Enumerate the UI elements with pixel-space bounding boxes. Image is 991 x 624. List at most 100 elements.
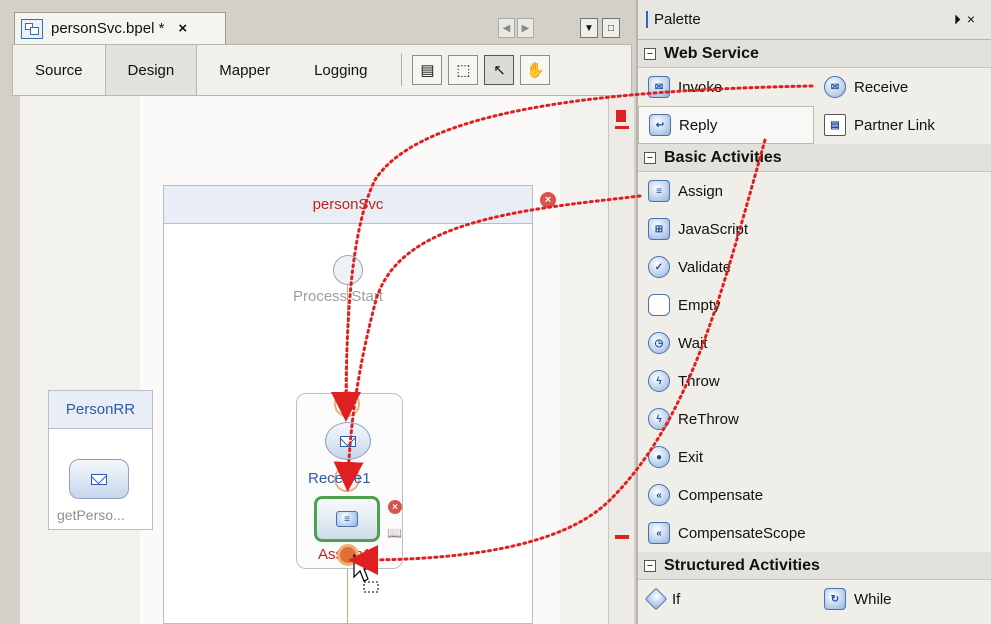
window-buttons: ▼ □ (580, 18, 620, 38)
category-structured-activities[interactable]: − Structured Activities (638, 552, 991, 580)
assign-activity[interactable]: ≡ (314, 496, 380, 542)
rethrow-icon: ϟ (648, 408, 670, 430)
palette-item-validate[interactable]: ✓ Validate (638, 248, 991, 286)
palette-item-invoke[interactable]: ✉ Invoke (638, 68, 814, 106)
palette-item-label: Receive (854, 78, 909, 96)
palette-item-reply[interactable]: ↩ Reply (638, 106, 814, 144)
collapse-icon[interactable]: − (644, 559, 656, 572)
palette-item-label: CompensateScope (678, 524, 806, 542)
validate-icon: ✓ (648, 256, 670, 278)
partner-operation[interactable] (69, 459, 129, 499)
ruler-error-marker[interactable] (616, 110, 626, 122)
palette-item-label: JavaScript (678, 220, 749, 238)
ruler-error-marker[interactable] (615, 126, 629, 129)
tab-design[interactable]: Design (104, 45, 198, 95)
web-service-items: ✉ Invoke ✉ Receive ↩ Reply ▤ Partner Lin… (638, 68, 991, 144)
process-title: personSvc (164, 186, 532, 224)
palette-item-label: Reply (679, 116, 718, 134)
compensate-scope-icon: « (648, 522, 670, 544)
palette-item-label: Exit (678, 448, 704, 466)
receive-activity[interactable] (325, 422, 371, 460)
javascript-icon: ⊞ (648, 218, 670, 240)
document-tab[interactable]: personSvc.bpel * × (14, 12, 226, 44)
palette-item-compensate-scope[interactable]: « CompensateScope (638, 514, 991, 552)
scroll-right-icon[interactable]: ▶ (517, 18, 534, 38)
category-label: Web Service (664, 44, 759, 62)
tab-mapper[interactable]: Mapper (197, 45, 292, 95)
maximize-icon[interactable]: □ (602, 18, 620, 38)
marquee-select-icon[interactable]: ⬚ (448, 55, 479, 85)
palette-item-receive[interactable]: ✉ Receive (814, 68, 990, 106)
envelope-icon (340, 435, 356, 447)
palette-item-label: Empty (678, 296, 721, 314)
category-basic-activities[interactable]: − Basic Activities (638, 144, 991, 172)
documentation-icon[interactable]: 📖 (387, 526, 402, 540)
close-tab-icon[interactable]: × (178, 20, 187, 37)
assign-error-icon[interactable]: × (388, 500, 402, 514)
palette-item-label: While (854, 590, 892, 608)
palette-item-exit[interactable]: ● Exit (638, 438, 991, 476)
process-start-node[interactable] (333, 255, 363, 285)
show-design-icon[interactable]: ▤ (412, 55, 443, 85)
partner-operation-label: getPerso... (57, 507, 125, 523)
tab-source[interactable]: Source (13, 45, 105, 95)
process-error-icon[interactable]: × (540, 192, 556, 208)
palette-item-label: Validate (678, 258, 732, 276)
structured-activities-items: If ↻ While (638, 580, 991, 618)
drop-target-port[interactable] (334, 391, 360, 417)
palette-item-label: Throw (678, 372, 720, 390)
palette-item-label: If (672, 590, 681, 608)
collapse-icon[interactable]: − (644, 151, 656, 164)
category-label: Basic Activities (664, 148, 782, 166)
assign-icon: ≡ (648, 180, 670, 202)
partner-link-box[interactable]: PersonRR getPerso... (48, 390, 153, 530)
receive-activity-label: Receive1 (308, 470, 371, 487)
palette-item-empty[interactable]: Empty (638, 286, 991, 324)
palette-item-throw[interactable]: ϟ Throw (638, 362, 991, 400)
basic-activities-items: ≡ Assign ⊞ JavaScript ✓ Validate Empty ◷ Wai… (638, 172, 991, 552)
partner-link-title: PersonRR (49, 391, 152, 429)
hand-tool-icon[interactable]: ✋ (520, 55, 551, 85)
throw-icon: ϟ (648, 370, 670, 392)
toolbar-separator (401, 54, 403, 86)
pointer-tool-icon[interactable]: ↖ (484, 55, 515, 85)
palette-panel: Palette ⏵× − Web Service ✉ Invoke ✉ Rece… (636, 0, 991, 624)
tab-list-dropdown-icon[interactable]: ▼ (580, 18, 598, 38)
navigation-ruler[interactable] (608, 96, 634, 624)
wait-icon: ◷ (648, 332, 670, 354)
while-icon: ↻ (824, 588, 846, 610)
palette-item-assign[interactable]: ≡ Assign (638, 172, 991, 210)
collapse-icon[interactable]: − (644, 47, 656, 60)
invoke-icon: ✉ (648, 76, 670, 98)
scroll-left-icon[interactable]: ◀ (498, 18, 515, 38)
design-toolbar: Source Design Mapper Logging ▤ ⬚ ↖ ✋ (12, 44, 632, 96)
palette-controls: ⏵× (954, 11, 981, 28)
palette-item-wait[interactable]: ◷ Wait (638, 324, 991, 362)
palette-item-label: ReThrow (678, 410, 739, 428)
palette-item-label: Partner Link (854, 116, 935, 134)
palette-item-label: Compensate (678, 486, 764, 504)
compensate-icon: « (648, 484, 670, 506)
envelope-icon (91, 473, 107, 485)
palette-item-label: Assign (678, 182, 724, 200)
tab-logging[interactable]: Logging (292, 45, 389, 95)
ruler-error-marker[interactable] (615, 535, 629, 539)
palette-item-javascript[interactable]: ⊞ JavaScript (638, 210, 991, 248)
drag-cursor-icon (353, 553, 379, 593)
category-label: Structured Activities (664, 556, 820, 574)
category-web-service[interactable]: − Web Service (638, 40, 991, 68)
close-panel-icon[interactable]: × (967, 11, 981, 27)
process-start-label: Process Start (293, 288, 384, 305)
palette-item-partner-link[interactable]: ▤ Partner Link (814, 106, 990, 144)
palette-item-rethrow[interactable]: ϟ ReThrow (638, 400, 991, 438)
receive-icon: ✉ (824, 76, 846, 98)
palette-item-label: Invoke (678, 78, 723, 96)
palette-item-while[interactable]: ↻ While (814, 580, 990, 618)
palette-item-compensate[interactable]: « Compensate (638, 476, 991, 514)
bpel-file-icon (21, 18, 43, 39)
palette-header: Palette ⏵× (638, 0, 991, 40)
tab-scroll-buttons: ◀ ▶ (498, 18, 534, 38)
minimize-panel-icon[interactable]: ⏵ (954, 11, 967, 27)
palette-item-if[interactable]: If (638, 580, 814, 618)
empty-icon (648, 294, 670, 316)
